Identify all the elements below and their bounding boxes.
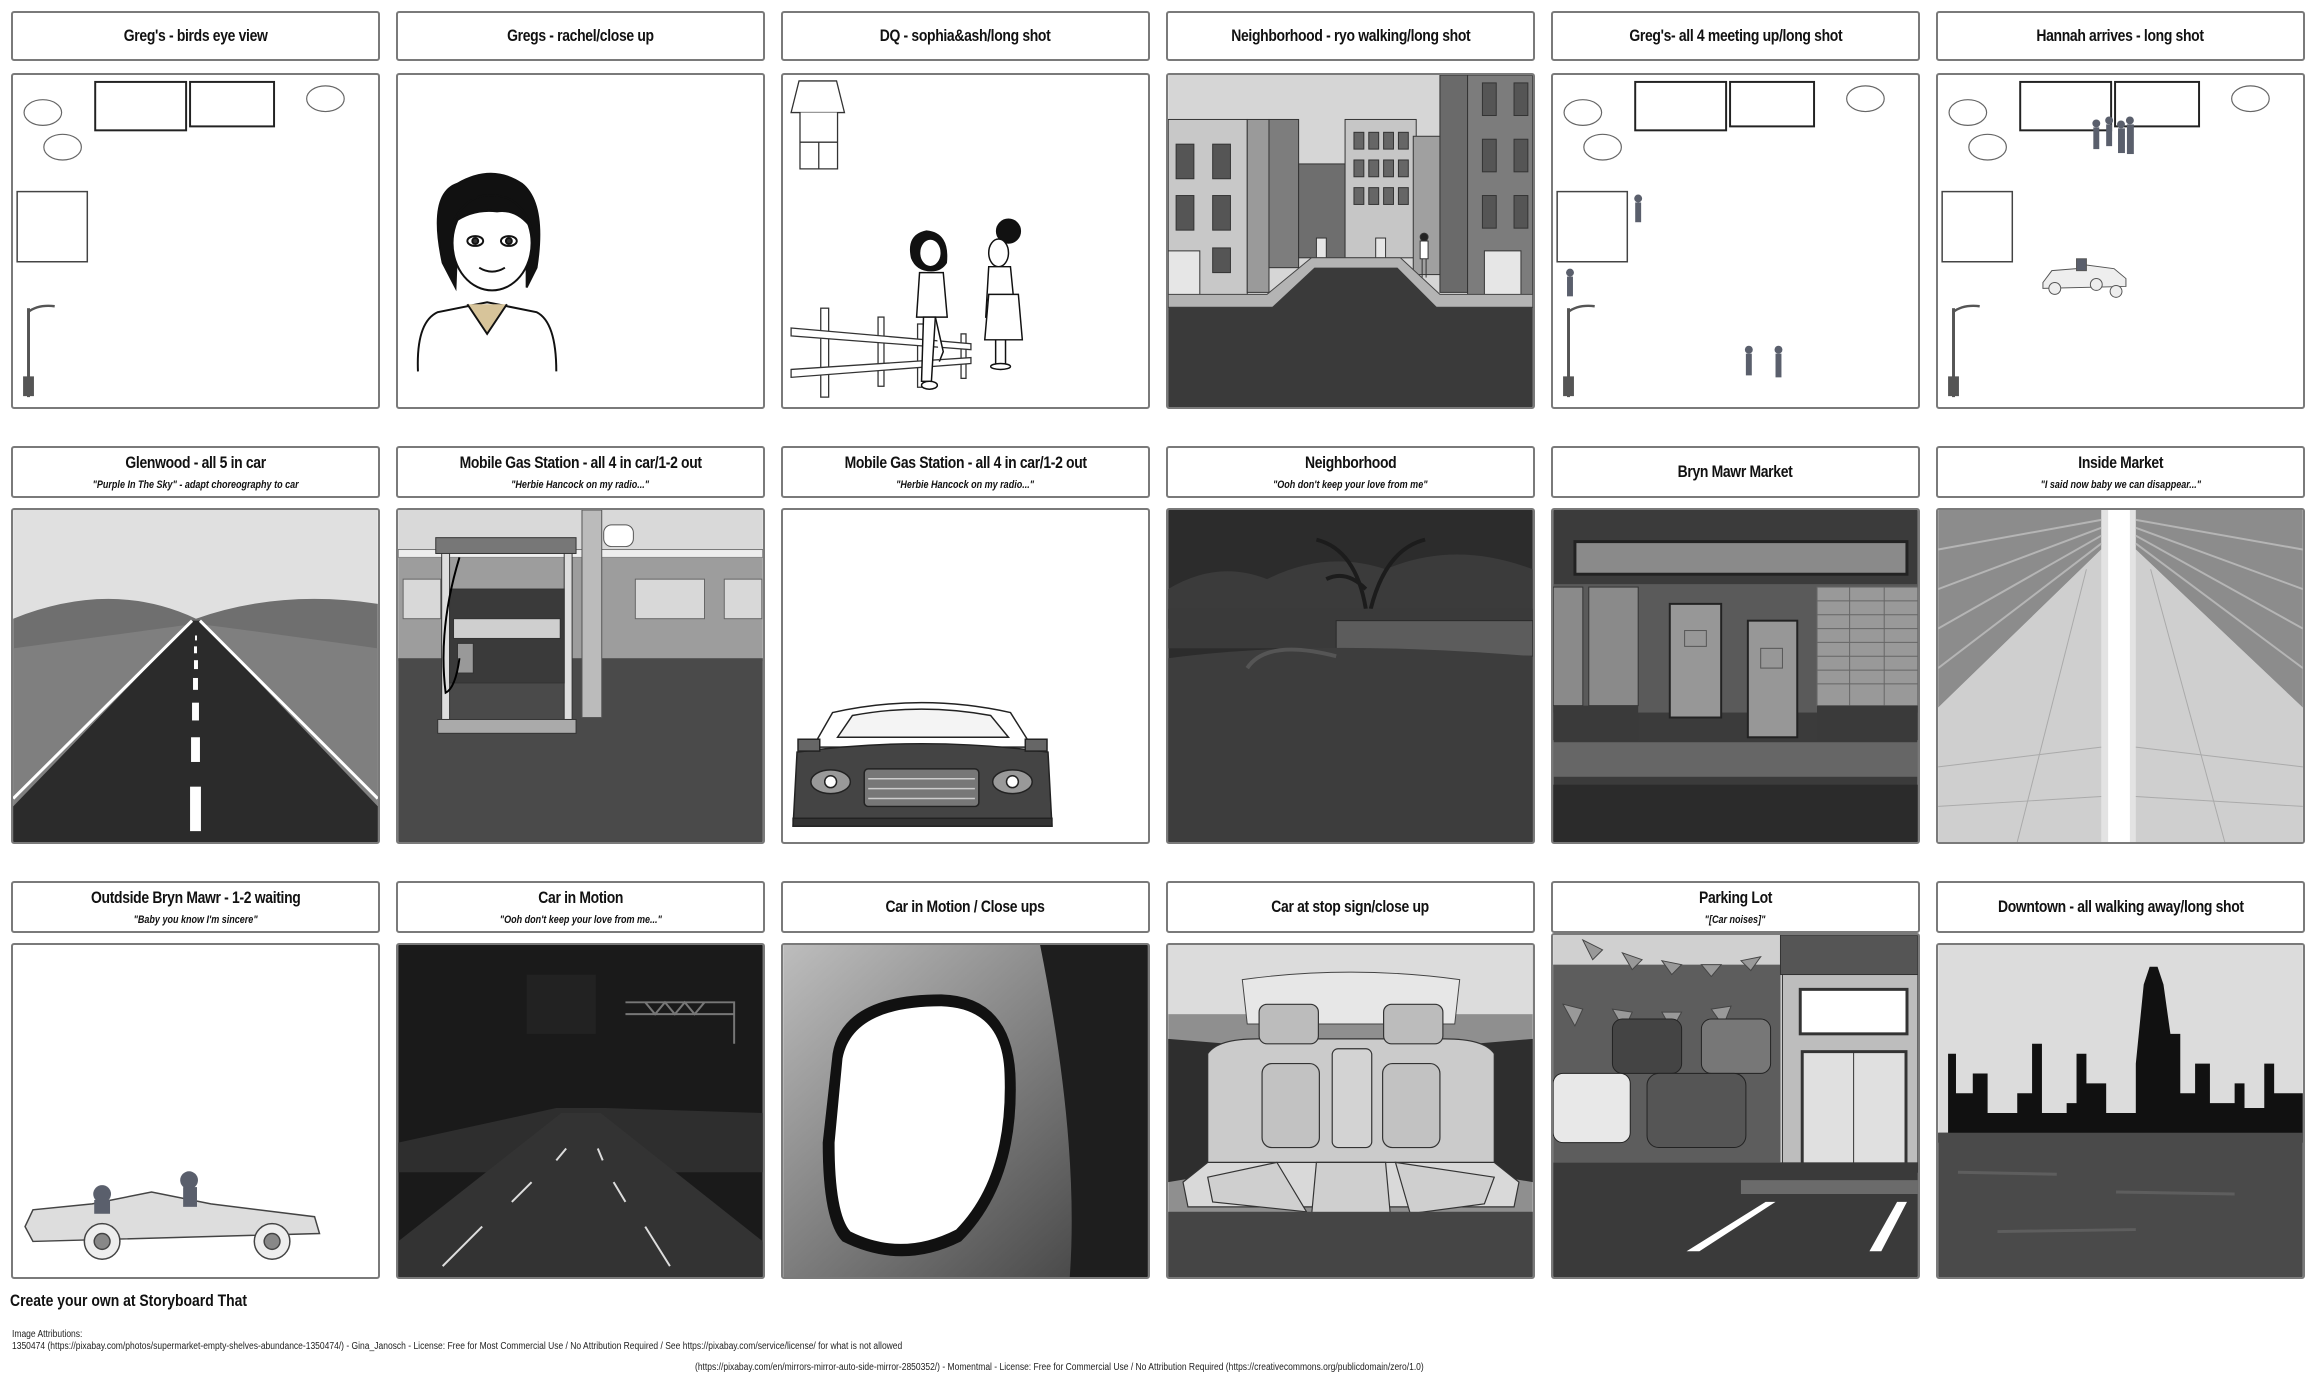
panel-title-box: Inside Market "I said now baby we can di… — [1936, 446, 2305, 498]
window-blinds — [1816, 586, 1918, 707]
panel-title: Mobile Gas Station - all 4 in car/1-2 ou… — [459, 453, 702, 472]
bush-icon — [23, 85, 345, 161]
panel-title-box: Mobile Gas Station - all 4 in car/1-2 ou… — [781, 446, 1150, 498]
person-silhouette — [1634, 194, 1643, 223]
person-silhouette — [1566, 268, 1574, 297]
bush-icon — [1563, 85, 1885, 161]
panel-title-box: Car at stop sign/close up — [1166, 881, 1535, 933]
panel-title: Neighborhood - ryo walking/long shot — [1230, 26, 1471, 45]
storefront-awning-icon — [790, 80, 846, 170]
character-ash — [983, 218, 1024, 371]
store-sign — [1573, 540, 1909, 576]
panel-title-box: Hannah arrives - long shot — [1936, 11, 2305, 61]
panel-title: Glenwood - all 5 in car — [125, 453, 266, 472]
street-lamp-icon — [1948, 304, 1980, 398]
panel-title: Mobile Gas Station - all 4 in car/1-2 ou… — [844, 453, 1087, 472]
panel-title-box: Greg's - birds eye view — [11, 11, 380, 61]
panel-caption: "Purple In The Sky" - adapt choreography… — [92, 479, 299, 491]
building-outline — [94, 80, 188, 132]
scene-overhead-map — [11, 73, 380, 409]
panel-title-box: Parking Lot "[Car noises]" — [1551, 881, 1920, 933]
character-rachel — [416, 172, 558, 372]
scene-two-characters-fence — [781, 73, 1150, 409]
street-lamp-icon — [1563, 304, 1595, 398]
person-silhouette — [1744, 345, 1753, 376]
panel-caption: "[Car noises]" — [1705, 914, 1766, 926]
scene-skyline — [1936, 943, 2305, 1279]
scene-character-close-up — [396, 73, 765, 409]
panel-title-box: Greg's- all 4 meeting up/long shot — [1551, 11, 1920, 61]
panel-caption: "Herbie Hancock on my radio..." — [511, 479, 650, 491]
panel-title: Outdside Bryn Mawr - 1-2 waiting — [90, 888, 301, 907]
panel-title: DQ - sophia&ash/long shot — [880, 26, 1051, 45]
panel-title: Neighborhood — [1304, 453, 1397, 472]
building-outline — [1941, 190, 2014, 263]
panel-title-box: Car in Motion / Close ups — [781, 881, 1150, 933]
attribution-line: (https://pixabay.com/en/mirrors-mirror-a… — [695, 1362, 1424, 1373]
panel-title: Car in Motion / Close ups — [885, 897, 1046, 916]
convertible-car-icon — [24, 1171, 321, 1260]
panel-title: Downtown - all walking away/long shot — [1997, 897, 2244, 916]
panel-title-box: Glenwood - all 5 in car "Purple In The S… — [11, 446, 380, 498]
panel-title-box: Outdside Bryn Mawr - 1-2 waiting "Baby y… — [11, 881, 380, 933]
panel-title-box: Neighborhood "Ooh don't keep your love f… — [1166, 446, 1535, 498]
attribution-line: 1350474 (https://pixabay.com/photos/supe… — [12, 1341, 903, 1352]
panel-title: Hannah arrives - long shot — [2036, 26, 2205, 45]
group-silhouettes — [2092, 116, 2134, 155]
building-outline — [1556, 190, 1629, 263]
panel-title: Inside Market — [2078, 453, 2163, 472]
canopy-pillar — [581, 510, 603, 718]
building-outline — [1634, 80, 1728, 132]
vintage-car-icon — [2042, 258, 2127, 298]
scene-convertible — [11, 943, 380, 1279]
panel-title-box: DQ - sophia&ash/long shot — [781, 11, 1150, 61]
panel-caption: "Herbie Hancock on my radio..." — [896, 479, 1035, 491]
panel-title: Greg's- all 4 meeting up/long shot — [1629, 26, 1842, 45]
building-outline — [1729, 80, 1816, 128]
scene-gas-station — [396, 508, 765, 844]
panel-title: Car in Motion — [538, 888, 623, 907]
panel-title: Greg's - birds eye view — [123, 26, 268, 45]
panel-title-box: Mobile Gas Station - all 4 in car/1-2 ou… — [396, 446, 765, 498]
scene-side-mirror — [781, 943, 1150, 1279]
panel-title-box: Downtown - all walking away/long shot — [1936, 881, 2305, 933]
scene-parking-lot — [1551, 933, 1920, 1279]
attributions-label: Image Attributions: — [12, 1329, 83, 1340]
panel-title: Bryn Mawr Market — [1678, 462, 1793, 481]
panel-title: Parking Lot — [1698, 888, 1773, 907]
building-outline — [16, 190, 89, 263]
aisle-divider — [2108, 510, 2130, 842]
storyboard-that-cta[interactable]: Create your own at Storyboard That — [10, 1291, 247, 1311]
panel-caption: "Ooh don't keep your love from me" — [1273, 479, 1428, 491]
panel-title-box: Car in Motion "Ooh don't keep your love … — [396, 881, 765, 933]
person-silhouette — [1774, 345, 1783, 378]
panel-title: Gregs - rachel/close up — [507, 26, 654, 45]
scene-highway — [11, 508, 380, 844]
panel-title-box: Neighborhood - ryo walking/long shot — [1166, 11, 1535, 61]
scene-overhead-map-car — [1936, 73, 2305, 409]
panel-caption: "I said now baby we can disappear..." — [2040, 479, 2201, 491]
panel-title-box: Gregs - rachel/close up — [396, 11, 765, 61]
panel-caption: "Ooh don't keep your love from me..." — [499, 914, 662, 926]
building-outline — [189, 80, 276, 128]
scene-night-neighborhood — [1166, 508, 1535, 844]
scene-night-highway — [396, 943, 765, 1279]
panel-title: Car at stop sign/close up — [1271, 897, 1430, 916]
street-lamp-icon — [23, 304, 55, 398]
panel-caption: "Baby you know I'm sincere" — [133, 914, 258, 926]
panel-title-box: Bryn Mawr Market — [1551, 446, 1920, 498]
suv-front-icon — [792, 701, 1053, 827]
scene-market-aisles — [1936, 508, 2305, 844]
scene-city-street — [1166, 73, 1535, 409]
scene-car-front — [781, 508, 1150, 844]
dealership-building — [1779, 935, 1918, 1180]
scene-storefront — [1551, 508, 1920, 844]
scene-car-interior — [1166, 943, 1535, 1279]
scene-overhead-map-figures — [1551, 73, 1920, 409]
fence-icon — [790, 307, 972, 398]
